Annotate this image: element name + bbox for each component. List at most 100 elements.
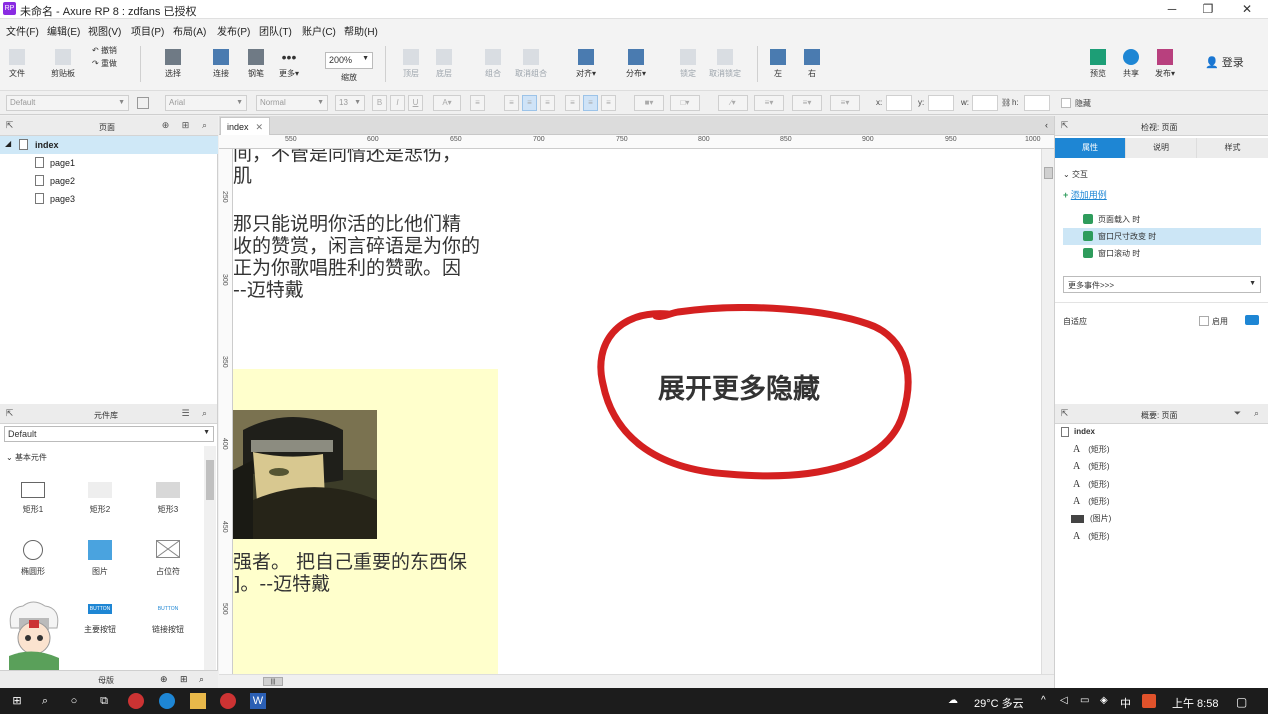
tab-index[interactable]: index ✕ — [220, 117, 270, 135]
valign-bottom-button[interactable]: ≡ — [601, 95, 616, 111]
close-tab-icon[interactable]: ✕ — [255, 122, 263, 133]
line-color-button[interactable]: ∕▾ — [718, 95, 748, 111]
group-button[interactable]: 组合 — [479, 49, 507, 79]
line-width-button[interactable]: ≡▾ — [754, 95, 784, 111]
line-style-button[interactable]: ≡▾ — [792, 95, 822, 111]
bullet-list-button[interactable]: ≡ — [470, 95, 485, 111]
weather-icon[interactable]: ☁ — [948, 695, 958, 706]
edge-browser-icon[interactable] — [159, 693, 175, 709]
right-button[interactable]: 右 — [800, 49, 824, 79]
y-input[interactable] — [928, 95, 954, 111]
undo-button[interactable]: ↶ 撤销 — [92, 45, 126, 56]
weather-text[interactable]: 29°C 多云 — [974, 695, 1024, 711]
quote-text-1[interactable]: 间，不管是同情还是悲伤， — [233, 149, 461, 165]
netease-music-icon[interactable] — [128, 693, 144, 709]
quote-text-3[interactable]: 强者。 把自己重要的东西保 ]。--迈特戴 — [233, 551, 467, 595]
collapse-panel-icon[interactable]: ⇱ — [4, 408, 15, 419]
font-size-select[interactable]: 13 ▼ — [335, 95, 365, 111]
outline-item[interactable]: (图片) — [1071, 513, 1111, 524]
widget-rectangle2[interactable]: 矩形2 — [72, 482, 128, 515]
widget-ellipse[interactable]: 椭圆形 — [5, 540, 61, 577]
send-to-bottom-button[interactable]: 底层 — [430, 49, 458, 79]
style-editor-icon[interactable] — [137, 97, 149, 109]
collapse-panel-icon[interactable]: ⇱ — [1059, 120, 1070, 131]
align-text-center-button[interactable]: ≡ — [522, 95, 537, 111]
search-icon[interactable]: ⌕ — [37, 693, 53, 709]
more-tools-button[interactable]: ••• 更多▾ — [275, 49, 303, 79]
add-master-icon[interactable]: ⊕ — [160, 674, 168, 685]
security-shield-icon[interactable]: ◈ — [1100, 695, 1108, 706]
menu-account[interactable]: 账户(C) — [302, 23, 336, 38]
search-icon[interactable]: ⌕ — [199, 674, 204, 685]
outline-item[interactable]: A (矩形) — [1073, 461, 1110, 472]
valign-middle-button[interactable]: ≡ — [583, 95, 598, 111]
minimize-button[interactable]: ─ — [1157, 1, 1187, 17]
add-case-link[interactable]: + 添加用例 — [1063, 188, 1107, 201]
file-button[interactable]: 文件 — [6, 49, 28, 79]
horizontal-scrollbar[interactable]: ||| — [219, 674, 1054, 688]
hidden-checkbox[interactable] — [1061, 98, 1071, 108]
menu-icon[interactable]: ☰ — [180, 408, 191, 419]
zoom-select[interactable]: 200% ▼ — [325, 52, 373, 69]
menu-help[interactable]: 帮助(H) — [344, 23, 378, 38]
lock-ratio-icon[interactable]: ⛓ — [1001, 98, 1011, 107]
widget-primary-button[interactable]: BUTTON 主要按钮 — [72, 604, 128, 635]
task-view-icon[interactable]: ⧉ — [96, 693, 112, 709]
widget-rectangle1[interactable]: 矩形1 — [5, 482, 61, 515]
search-icon[interactable]: ⌕ — [1251, 408, 1262, 419]
menu-team[interactable]: 团队(T) — [259, 23, 292, 38]
lock-button[interactable]: 锁定 — [674, 49, 702, 79]
page-item-page1[interactable]: page1 — [0, 154, 218, 172]
publish-button[interactable]: 发布▾ — [1152, 49, 1178, 79]
outline-item[interactable]: A (矩形) — [1073, 444, 1110, 455]
unlock-button[interactable]: 取消锁定 — [705, 49, 745, 79]
arrow-style-button[interactable]: ≡▾ — [830, 95, 860, 111]
w-input[interactable] — [972, 95, 998, 111]
select-tool-button[interactable]: 选择 — [152, 49, 194, 79]
menu-edit[interactable]: 编辑(E) — [47, 23, 80, 38]
add-page-icon[interactable]: ⊕ — [160, 120, 171, 131]
clipboard-button[interactable]: 剪贴板 — [45, 49, 81, 79]
preview-button[interactable]: 预览 — [1086, 49, 1110, 79]
collapse-panel-icon[interactable]: ⇱ — [1059, 408, 1070, 419]
left-button[interactable]: 左 — [766, 49, 790, 79]
valign-top-button[interactable]: ≡ — [565, 95, 580, 111]
adaptive-settings-icon[interactable] — [1245, 315, 1259, 325]
widget-rectangle3[interactable]: 矩形3 — [140, 482, 196, 515]
outline-item[interactable]: A (矩形) — [1073, 479, 1110, 490]
pen-tool-button[interactable]: 钢笔 — [242, 49, 270, 79]
fill-color-button[interactable]: ■▾ — [634, 95, 664, 111]
connect-tool-button[interactable]: 连接 — [207, 49, 235, 79]
search-icon[interactable]: ⌕ — [199, 408, 210, 419]
tab-notes[interactable]: 说明 — [1126, 138, 1197, 158]
adaptive-enable-checkbox[interactable] — [1199, 316, 1209, 326]
close-button[interactable]: ✕ — [1232, 1, 1262, 17]
font-weight-select[interactable]: Normal ▼ — [256, 95, 328, 111]
menu-file[interactable]: 文件(F) — [6, 23, 39, 38]
bring-to-top-button[interactable]: 顶层 — [397, 49, 425, 79]
quote-text-1b[interactable]: 肌 — [233, 165, 252, 187]
battery-icon[interactable]: ▭ — [1080, 695, 1089, 706]
x-input[interactable] — [886, 95, 912, 111]
outline-root[interactable]: index — [1061, 427, 1095, 437]
align-text-right-button[interactable]: ≡ — [540, 95, 555, 111]
speaker-icon[interactable]: ◁ — [1060, 695, 1068, 706]
ime-indicator[interactable]: 中 — [1120, 695, 1131, 711]
search-icon[interactable]: ⌕ — [199, 120, 210, 131]
character-image[interactable] — [233, 410, 377, 539]
clock-text[interactable]: 上午 8:58 — [1172, 695, 1218, 711]
maximize-button[interactable]: ❐ — [1193, 1, 1223, 17]
notification-icon[interactable]: ▢ — [1236, 695, 1247, 709]
interactions-section[interactable]: ⌄ 交互 — [1063, 169, 1088, 180]
add-folder-icon[interactable]: ⊞ — [180, 674, 188, 685]
windows-start-icon[interactable]: ⊞ — [9, 693, 25, 709]
h-input[interactable] — [1024, 95, 1050, 111]
style-select[interactable]: Default ▼ — [6, 95, 129, 111]
bold-button[interactable]: B — [372, 95, 387, 111]
page-item-page2[interactable]: page2 — [0, 172, 218, 190]
word-icon[interactable]: W — [250, 693, 266, 709]
widget-image[interactable]: 图片 — [72, 540, 128, 577]
outline-item[interactable]: A (矩形) — [1073, 531, 1110, 542]
quote-text-2[interactable]: 那只能说明你活的比他们精 收的赞赏，闲言碎语是为你的 正为你歌唱胜利的赞歌。因 … — [233, 213, 480, 301]
underline-button[interactable]: U — [408, 95, 423, 111]
